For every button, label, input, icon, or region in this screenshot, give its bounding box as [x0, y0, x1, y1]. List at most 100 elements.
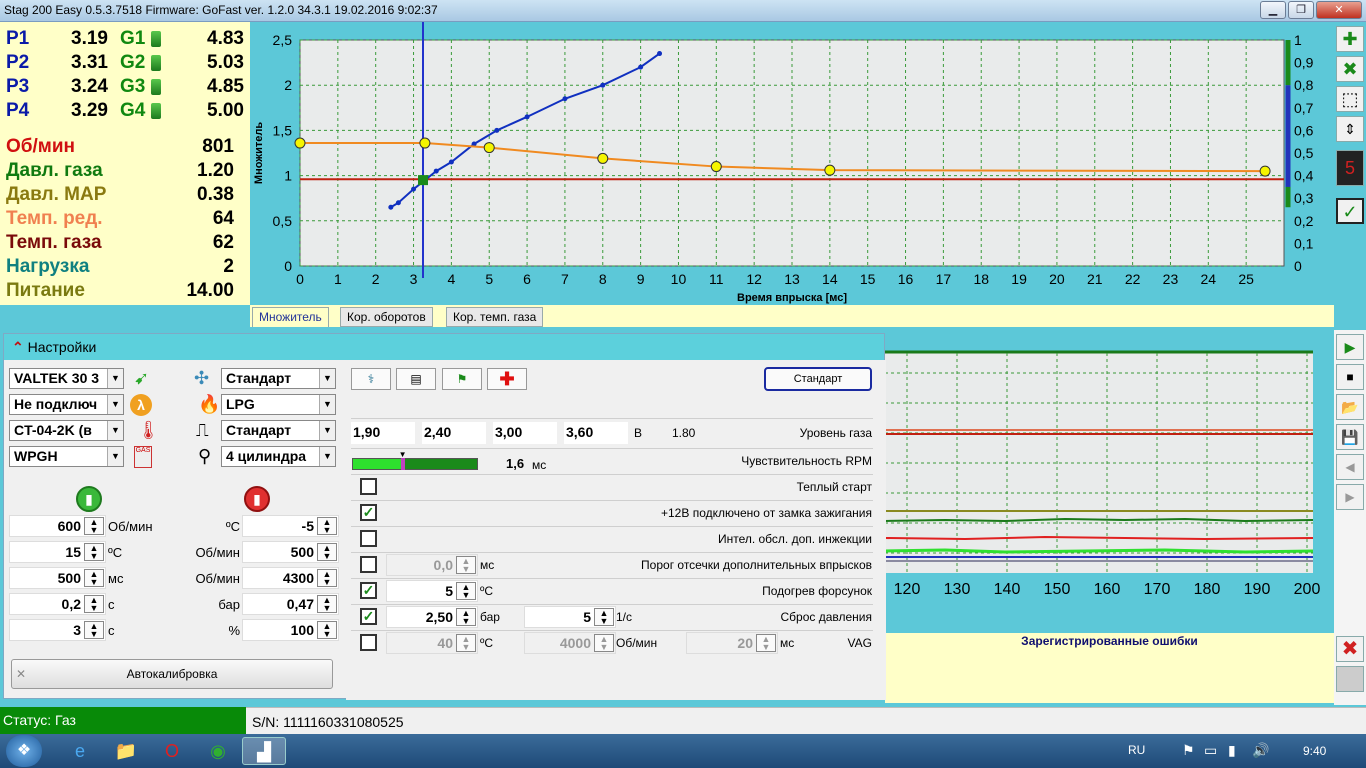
blank-icon[interactable]	[1336, 666, 1364, 692]
left-param-spinner[interactable]: ▲ ▼	[84, 517, 104, 535]
x-tick-label: 16	[898, 271, 914, 287]
compress-icon[interactable]: ⇕	[1336, 116, 1364, 142]
injector-type-select[interactable]: Стандарт ▼	[221, 420, 336, 441]
clock[interactable]: 9:40	[1303, 744, 1326, 758]
open-folder-icon[interactable]: 📂	[1336, 394, 1364, 420]
vag-rpm-input[interactable]: 4000 ▲ ▼	[524, 632, 616, 654]
left-param-input[interactable]: 15 ▲ ▼	[9, 541, 106, 563]
remove-icon[interactable]: ✖	[1336, 56, 1364, 82]
injection-chart[interactable]: 0 1 2 3 4 5 6 7 8 9 10 11 12 13 14 15 16 17 18 19 20 21 22 23 24…	[250, 22, 1353, 305]
right-param-input[interactable]: 100 ▲ ▼	[242, 619, 339, 641]
left-param-unit: с	[108, 623, 115, 638]
heat-input[interactable]: 5 ▲ ▼	[386, 580, 478, 602]
threshold-checkbox[interactable]	[360, 556, 377, 573]
left-param-input[interactable]: 500 ▲ ▼	[9, 567, 106, 589]
play-icon[interactable]: ▶	[1336, 334, 1364, 360]
opera-icon[interactable]: O	[150, 737, 194, 765]
gas-level-4[interactable]: 3,60	[564, 422, 628, 444]
right-param-spinner[interactable]: ▲ ▼	[317, 569, 337, 587]
gas-level-2[interactable]: 2,40	[422, 422, 486, 444]
temp-sensor-select[interactable]: CT-04-2K (в ▼	[9, 420, 124, 441]
y2-tick-label: 0,5	[1294, 145, 1314, 161]
power-tray-icon[interactable]: ▭	[1204, 742, 1217, 759]
threshold-spinner[interactable]: ▲ ▼	[456, 556, 476, 574]
tab-multiplier[interactable]: Множитель	[252, 307, 329, 327]
settings-header[interactable]: ⌃ Настройки	[4, 334, 884, 360]
volume-tray-icon[interactable]: 🔊	[1252, 742, 1269, 759]
reset-rate-input[interactable]: 5 ▲ ▼	[524, 606, 616, 628]
reset-rate-spinner[interactable]: ▲ ▼	[594, 608, 614, 626]
select-icon[interactable]: ⬚	[1336, 86, 1364, 112]
vag-time-spinner[interactable]: ▲ ▼	[756, 634, 776, 652]
heat-checkbox[interactable]: ✓	[360, 582, 377, 599]
intel-injection-checkbox[interactable]	[360, 530, 377, 547]
check-icon[interactable]: ✓	[1336, 198, 1364, 224]
vag-checkbox[interactable]	[360, 634, 377, 651]
network-tray-icon[interactable]: ▮	[1228, 742, 1236, 759]
left-param-spinner[interactable]: ▲ ▼	[84, 543, 104, 561]
x-tick-label: 25	[1238, 271, 1254, 287]
vag-rpm-spinner[interactable]: ▲ ▼	[594, 634, 614, 652]
autocalibration-button[interactable]: ✕ Автокалибровка	[11, 659, 333, 689]
right-param-input[interactable]: 0,47 ▲ ▼	[242, 593, 339, 615]
cylinders-select[interactable]: 4 цилиндра ▼	[221, 446, 336, 467]
tab-gas-temp-correction[interactable]: Кор. темп. газа	[446, 307, 544, 327]
close-button[interactable]: ✕	[1316, 1, 1362, 19]
flag-icon[interactable]: ⚑	[442, 368, 482, 390]
ie-icon[interactable]: e	[58, 737, 102, 765]
clear-errors-icon[interactable]: ✖	[1336, 636, 1364, 662]
tab-rpm-correction[interactable]: Кор. оборотов	[340, 307, 433, 327]
right-param-input[interactable]: 4300 ▲ ▼	[242, 567, 339, 589]
reset-spinner[interactable]: ▲ ▼	[456, 608, 476, 626]
left-param-spinner[interactable]: ▲ ▼	[84, 569, 104, 587]
heat-spinner[interactable]: ▲ ▼	[456, 582, 476, 600]
chrome-icon[interactable]: ◉	[196, 737, 240, 765]
stag-app-icon[interactable]: ▟	[242, 737, 286, 765]
first-aid-icon[interactable]: ✚	[487, 368, 527, 390]
standard-button[interactable]: Стандарт	[764, 367, 872, 391]
gas-level-3[interactable]: 3,00	[493, 422, 557, 444]
threshold-input[interactable]: 0,0 ▲ ▼	[386, 554, 478, 576]
left-param-spinner[interactable]: ▲ ▼	[84, 595, 104, 613]
vag-temp-input[interactable]: 40 ▲ ▼	[386, 632, 478, 654]
reset-checkbox[interactable]: ✓	[360, 608, 377, 625]
ignition-checkbox[interactable]: ✓	[360, 504, 377, 521]
tools-icon[interactable]: ⚕	[351, 368, 391, 390]
add-icon[interactable]: ✚	[1336, 26, 1364, 52]
language-indicator[interactable]: RU	[1128, 743, 1145, 757]
lambda-select[interactable]: Не подключ ▼	[9, 394, 124, 415]
minimize-button[interactable]: ▁	[1260, 1, 1286, 19]
warm-start-checkbox[interactable]	[360, 478, 377, 495]
ignition-type-select[interactable]: Стандарт ▼	[221, 368, 336, 389]
collapse-icon[interactable]: ⌃	[12, 339, 24, 355]
right-param-value: -5	[301, 518, 314, 534]
x-tick-label: 9	[637, 271, 645, 287]
maximize-button[interactable]: ❐	[1288, 1, 1314, 19]
right-param-input[interactable]: 500 ▲ ▼	[242, 541, 339, 563]
right-param-spinner[interactable]: ▲ ▼	[317, 543, 337, 561]
fuel-type-select[interactable]: LPG ▼	[221, 394, 336, 415]
vag-time-input[interactable]: 20 ▲ ▼	[686, 632, 778, 654]
right-param-input[interactable]: -5 ▲ ▼	[242, 515, 339, 537]
stop-icon[interactable]: ■	[1336, 364, 1364, 390]
left-param-spinner[interactable]: ▲ ▼	[84, 621, 104, 639]
list-icon[interactable]: ▤	[396, 368, 436, 390]
save-icon[interactable]: 💾	[1336, 424, 1364, 450]
left-param-input[interactable]: 3 ▲ ▼	[9, 619, 106, 641]
vag-temp-spinner[interactable]: ▲ ▼	[456, 634, 476, 652]
left-param-input[interactable]: 600 ▲ ▼	[9, 515, 106, 537]
right-param-spinner[interactable]: ▲ ▼	[317, 595, 337, 613]
previous-icon[interactable]: ◀	[1336, 454, 1364, 480]
gas-sensor-select[interactable]: WPGH ▼	[9, 446, 124, 467]
explorer-icon[interactable]: 📁	[104, 737, 148, 765]
right-param-spinner[interactable]: ▲ ▼	[317, 621, 337, 639]
next-icon[interactable]: ▶	[1336, 484, 1364, 510]
reducer-select[interactable]: VALTEK 30 3 ▼	[9, 368, 124, 389]
flag-tray-icon[interactable]: ⚑	[1182, 742, 1195, 759]
start-button[interactable]: ❖	[6, 735, 42, 767]
gas-level-1[interactable]: 1,90	[351, 422, 415, 444]
right-param-spinner[interactable]: ▲ ▼	[317, 517, 337, 535]
left-param-input[interactable]: 0,2 ▲ ▼	[9, 593, 106, 615]
rpm-sensitivity-slider[interactable]: ▼	[352, 450, 478, 470]
reset-input[interactable]: 2,50 ▲ ▼	[386, 606, 478, 628]
